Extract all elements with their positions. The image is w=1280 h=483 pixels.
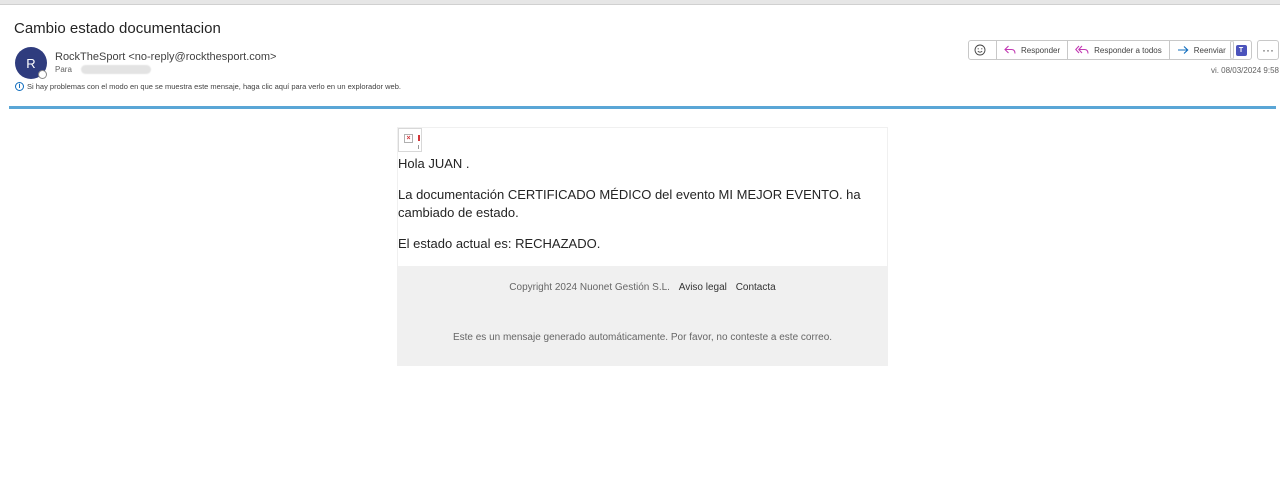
legal-link[interactable]: Aviso legal	[679, 282, 727, 293]
teams-button[interactable]: T	[1230, 40, 1252, 60]
email-body: × Hola JUAN . La documentación CERTIFICA…	[397, 127, 888, 366]
email-greeting: Hola JUAN .	[398, 156, 470, 171]
emoji-button[interactable]	[969, 41, 997, 59]
broken-image-x: ×	[404, 134, 413, 143]
reply-icon	[1004, 45, 1016, 54]
reply-all-label: Responder a todos	[1094, 45, 1162, 55]
broken-image-icon[interactable]: ×	[398, 128, 422, 152]
info-notice[interactable]: i Si hay problemas con el modo en que se…	[15, 82, 401, 91]
email-subject: Cambio estado documentacion	[14, 20, 221, 37]
message-date: vi. 08/03/2024 9:58	[1210, 66, 1279, 75]
info-icon: i	[15, 82, 24, 91]
email-content: × Hola JUAN . La documentación CERTIFICA…	[397, 127, 888, 266]
reply-label: Responder	[1021, 45, 1061, 55]
broken-image-marker-small	[418, 145, 419, 149]
recipient-row: Para	[55, 65, 151, 74]
forward-button[interactable]: Reenviar	[1170, 41, 1233, 59]
message-actions: Responder Responder a todos Reenviar	[968, 40, 1234, 60]
presence-indicator	[38, 70, 47, 79]
sender-name[interactable]: RockTheSport <no-reply@rockthesport.com>	[55, 51, 276, 63]
recipient-redacted[interactable]	[80, 65, 151, 74]
emoji-icon	[974, 44, 986, 56]
email-text: Hola JUAN . La documentación CERTIFICADO…	[398, 155, 889, 266]
info-notice-text[interactable]: Si hay problemas con el modo en que se m…	[27, 82, 401, 91]
forward-icon	[1177, 46, 1189, 54]
teams-icon: T	[1235, 44, 1247, 56]
footer-auto-message: Este es un mensaje generado automáticame…	[452, 332, 833, 343]
to-label: Para	[55, 65, 72, 74]
avatar-initial: R	[26, 55, 36, 71]
reply-button[interactable]: Responder	[997, 41, 1069, 59]
more-icon: ···	[1262, 43, 1274, 57]
email-status: El estado actual es: RECHAZADO.	[398, 236, 601, 251]
reply-all-icon	[1075, 45, 1089, 54]
reply-all-button[interactable]: Responder a todos	[1068, 41, 1170, 59]
email-paragraph: La documentación CERTIFICADO MÉDICO del …	[398, 187, 861, 220]
window-top-bar	[0, 0, 1280, 5]
contact-link[interactable]: Contacta	[736, 282, 776, 293]
footer-links-row: Copyright 2024 Nuonet Gestión S.L. Aviso…	[397, 282, 888, 293]
email-footer: Copyright 2024 Nuonet Gestión S.L. Aviso…	[397, 266, 888, 366]
forward-label: Reenviar	[1193, 45, 1226, 55]
more-actions-button[interactable]: ···	[1257, 40, 1279, 60]
broken-image-marker	[418, 135, 420, 141]
header-divider	[9, 106, 1276, 109]
footer-copyright: Copyright 2024 Nuonet Gestión S.L.	[509, 282, 670, 293]
